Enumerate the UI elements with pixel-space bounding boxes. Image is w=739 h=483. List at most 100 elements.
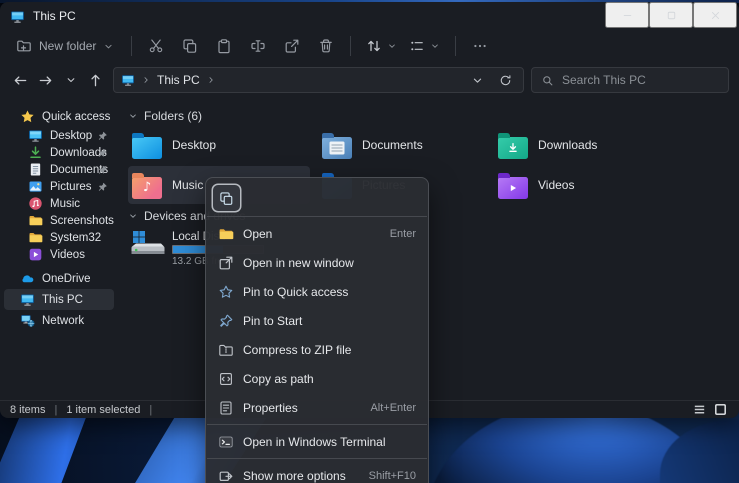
search-input[interactable] xyxy=(562,73,719,87)
star-outline-icon xyxy=(218,284,234,300)
maximize-button[interactable] xyxy=(649,2,693,28)
delete-button[interactable] xyxy=(311,33,341,60)
terminal-icon xyxy=(218,434,234,450)
folder-icon-desktop xyxy=(132,137,162,159)
menu-quick-copy-button[interactable] xyxy=(213,185,240,211)
chevron-down-icon xyxy=(65,74,77,86)
titlebar[interactable]: This PC xyxy=(0,2,739,30)
pictures-icon xyxy=(28,179,43,194)
context-menu-quick-actions xyxy=(206,182,428,214)
menu-item-open[interactable]: OpenEnter xyxy=(206,219,428,248)
show-more-icon xyxy=(218,468,234,483)
menu-item-copy-as-path[interactable]: Copy as path xyxy=(206,364,428,393)
this-pc-icon xyxy=(20,292,35,307)
address-bar[interactable]: This PC xyxy=(113,67,524,93)
cut-button[interactable] xyxy=(141,33,171,60)
menu-item-open-in-new-window[interactable]: Open in new window xyxy=(206,248,428,277)
sidebar-item-onedrive[interactable]: OneDrive xyxy=(4,268,114,289)
sidebar-item-system32[interactable]: System32 xyxy=(4,229,114,246)
sidebar-item-pictures[interactable]: Pictures xyxy=(4,178,114,195)
more-icon xyxy=(472,38,488,54)
breadcrumb-this-pc[interactable]: This PC xyxy=(157,73,200,87)
address-dropdown-button[interactable] xyxy=(466,69,488,91)
sidebar-item-quick-access[interactable]: Quick access xyxy=(4,106,114,127)
chevron-down-icon xyxy=(128,211,138,221)
paste-button[interactable] xyxy=(209,33,239,60)
recent-locations-button[interactable] xyxy=(58,68,83,93)
more-options-button[interactable] xyxy=(465,33,495,60)
menu-item-pin-to-quick-access[interactable]: Pin to Quick access xyxy=(206,277,428,306)
copy-path-icon xyxy=(218,371,234,387)
status-separator: | xyxy=(54,404,57,416)
folder-tile-documents[interactable]: Documents xyxy=(318,126,500,164)
folder-icon-documents xyxy=(322,137,352,159)
chevron-down-icon xyxy=(387,41,397,51)
menu-item-label: Pin to Start xyxy=(243,314,302,328)
back-icon xyxy=(13,73,28,88)
sidebar-item-this-pc[interactable]: This PC xyxy=(4,289,114,310)
menu-item-label: Open xyxy=(243,227,272,241)
menu-item-properties[interactable]: PropertiesAlt+Enter xyxy=(206,393,428,422)
desktop-icon xyxy=(28,128,43,143)
pin-icon xyxy=(97,164,108,175)
sort-button[interactable] xyxy=(360,33,403,60)
copy-icon xyxy=(219,191,234,206)
folder-icon xyxy=(28,213,43,228)
this-pc-icon xyxy=(121,73,135,87)
copy-icon xyxy=(182,38,198,54)
large-icons-view-button[interactable] xyxy=(713,402,729,417)
new-folder-button[interactable]: New folder xyxy=(8,34,122,58)
menu-item-label: Open in Windows Terminal xyxy=(243,435,386,449)
menu-item-compress-to-zip-file[interactable]: Compress to ZIP file xyxy=(206,335,428,364)
chevron-right-icon xyxy=(141,75,151,85)
menu-item-open-in-windows-terminal[interactable]: Open in Windows Terminal xyxy=(206,427,428,456)
details-view-button[interactable] xyxy=(692,402,708,417)
minimize-button[interactable] xyxy=(605,2,649,28)
sidebar-item-label: This PC xyxy=(42,294,83,306)
window-controls xyxy=(605,2,737,30)
view-button[interactable] xyxy=(403,33,446,60)
chevron-down-icon xyxy=(128,111,138,121)
forward-button[interactable] xyxy=(33,68,58,93)
up-icon xyxy=(88,73,103,88)
toolbar-divider xyxy=(131,36,132,56)
folder-icon-downloads xyxy=(498,137,528,159)
rename-icon xyxy=(250,38,266,54)
sidebar-item-music[interactable]: Music xyxy=(4,195,114,212)
folder-icon-music: ♪ xyxy=(132,177,162,199)
menu-item-pin-to-start[interactable]: Pin to Start xyxy=(206,306,428,335)
copy-button[interactable] xyxy=(175,33,205,60)
sidebar-item-documents[interactable]: Documents xyxy=(4,161,114,178)
chevron-down-icon xyxy=(103,41,114,52)
refresh-button[interactable] xyxy=(494,69,516,91)
sidebar-item-videos[interactable]: Videos xyxy=(4,246,114,263)
desktop-screen: This PC New folder xyxy=(0,0,739,483)
menu-item-show-more-options[interactable]: Show more optionsShift+F10 xyxy=(206,461,428,483)
menu-separator xyxy=(207,424,427,425)
navigation-pane: Quick accessDesktopDownloadsDocumentsPic… xyxy=(0,98,118,400)
sidebar-item-downloads[interactable]: Downloads xyxy=(4,144,114,161)
folder-tile-label: Videos xyxy=(538,178,574,192)
rename-button[interactable] xyxy=(243,33,273,60)
folder-tile-downloads[interactable]: Downloads xyxy=(494,126,676,164)
sidebar-item-desktop[interactable]: Desktop xyxy=(4,127,114,144)
close-icon xyxy=(709,9,722,22)
menu-item-label: Properties xyxy=(243,401,298,415)
sidebar-item-screenshots[interactable]: Screenshots xyxy=(4,212,114,229)
menu-separator xyxy=(207,216,427,217)
folder-icon xyxy=(28,230,43,245)
close-button[interactable] xyxy=(693,2,737,28)
folders-section-header[interactable]: Folders (6) xyxy=(128,108,739,124)
pin-icon xyxy=(97,147,108,158)
back-button[interactable] xyxy=(8,68,33,93)
delete-icon xyxy=(318,38,334,54)
folder-tile-videos[interactable]: Videos xyxy=(494,166,676,204)
search-box[interactable] xyxy=(531,67,729,93)
up-button[interactable] xyxy=(83,68,108,93)
onedrive-icon xyxy=(20,271,35,286)
folder-tile-desktop[interactable]: Desktop xyxy=(128,126,310,164)
share-button[interactable] xyxy=(277,33,307,60)
pin-outline-icon xyxy=(218,313,234,329)
sidebar-item-network[interactable]: Network xyxy=(4,310,114,331)
toolbar-divider xyxy=(455,36,456,56)
